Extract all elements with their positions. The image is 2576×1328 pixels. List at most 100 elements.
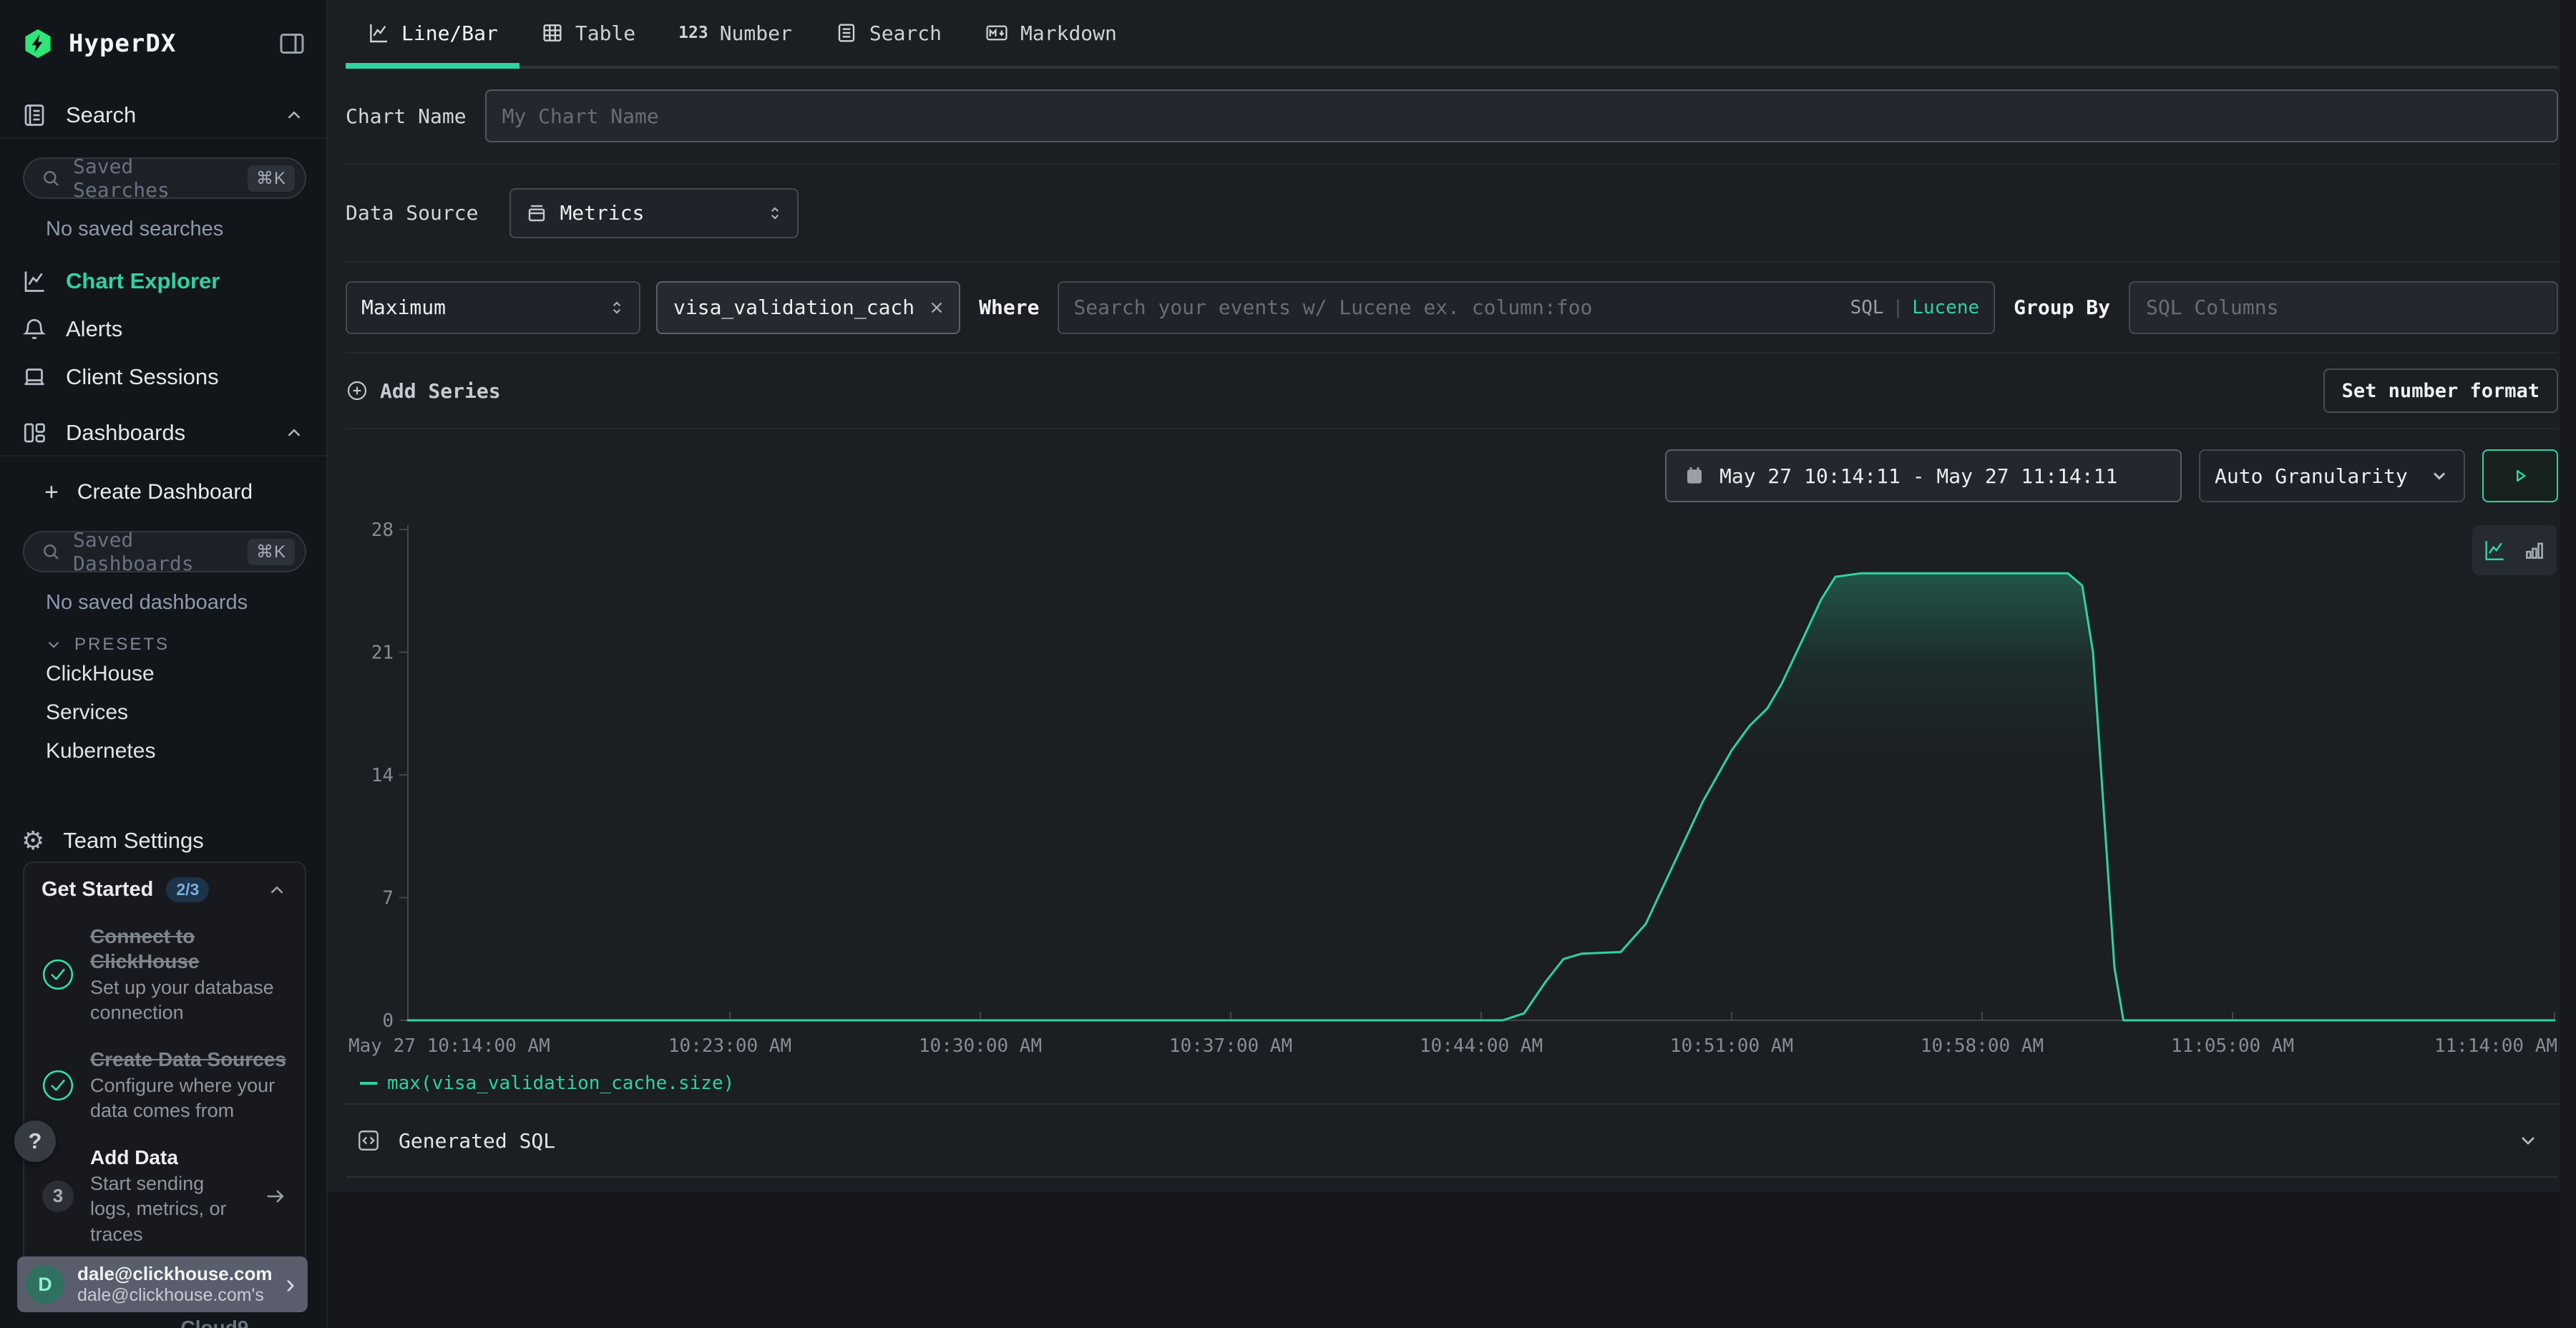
chart-svg[interactable]: 07142128May 27 10:14:00 AM10:23:00 AM10:…: [328, 522, 2576, 1066]
where-search-input[interactable]: [1059, 283, 1850, 333]
saved-searches-shortcut: ⌘K: [248, 165, 295, 192]
plus-icon: +: [44, 479, 59, 507]
sidebar-item-alerts[interactable]: Alerts: [0, 305, 326, 353]
app: HyperDX Search Saved Searches ⌘K No save…: [0, 0, 2576, 1328]
group-by-input[interactable]: [2129, 281, 2558, 334]
table-icon: [541, 21, 564, 44]
line-chart-icon[interactable]: [2482, 538, 2507, 562]
get-started-item-desc: Configure where your data comes from: [90, 1073, 288, 1123]
granularity-select[interactable]: Auto Granularity: [2199, 449, 2465, 502]
preset-clickhouse[interactable]: ClickHouse: [0, 655, 326, 693]
journal-icon: [21, 102, 47, 128]
get-started-item-add-data[interactable]: 3 Add Data Start sending logs, metrics, …: [42, 1145, 288, 1246]
get-started-item-datasources[interactable]: Create Data Sources Configure where your…: [42, 1047, 288, 1123]
tab-table[interactable]: Table: [519, 0, 657, 66]
plus-circle-icon: [346, 379, 369, 402]
sidebar-item-client-sessions[interactable]: Client Sessions: [0, 353, 326, 401]
aggregation-value: Maximum: [361, 296, 446, 319]
data-source-select[interactable]: Metrics: [509, 188, 799, 238]
svg-text:May 27 10:14:00 AM: May 27 10:14:00 AM: [348, 1035, 550, 1057]
presets-label: PRESETS: [74, 635, 170, 655]
tab-label: Line/Bar: [401, 21, 498, 45]
tab-line-bar[interactable]: Line/Bar: [346, 0, 519, 66]
tab-markdown[interactable]: Markdown: [963, 0, 1138, 66]
select-updown-icon: [766, 204, 784, 223]
svg-text:10:30:00 AM: 10:30:00 AM: [919, 1035, 1042, 1057]
sidebar-header: HyperDX: [0, 0, 326, 60]
metric-field-tag[interactable]: visa_validation_cach: [656, 281, 960, 334]
sidebar-section-dashboards[interactable]: Dashboards: [0, 411, 326, 456]
no-saved-searches-note: No saved searches: [46, 218, 326, 241]
aggregation-select[interactable]: Maximum: [346, 281, 640, 334]
preset-kubernetes[interactable]: Kubernetes: [0, 732, 326, 771]
step-number-badge: 3: [42, 1181, 74, 1212]
create-dashboard-button[interactable]: + Create Dashboard: [0, 472, 326, 512]
svg-text:10:37:00 AM: 10:37:00 AM: [1169, 1035, 1292, 1057]
chevron-right-icon: ›: [286, 1271, 295, 1298]
sidebar-section-dashboards-label: Dashboards: [66, 420, 185, 446]
select-updown-icon: [608, 298, 626, 317]
markdown-icon: [985, 21, 1009, 45]
help-button[interactable]: ?: [14, 1120, 56, 1162]
tab-number[interactable]: 123 Number: [657, 0, 814, 66]
get-started-item-connect[interactable]: Connect to ClickHouse Set up your databa…: [42, 924, 288, 1025]
brand-name: HyperDX: [69, 29, 176, 58]
where-label: Where: [979, 296, 1039, 319]
database-icon: [525, 202, 548, 225]
profile-button[interactable]: D dale@clickhouse.com dale@clickhouse.co…: [17, 1256, 308, 1312]
line-chart-icon: [21, 268, 47, 294]
panel-tail: [328, 1178, 2576, 1192]
data-source-value: Metrics: [560, 201, 644, 225]
set-number-format-button[interactable]: Set number format: [2323, 368, 2558, 413]
sidebar-item-chart-explorer[interactable]: Chart Explorer: [0, 257, 326, 305]
sql-language-option[interactable]: SQL: [1850, 297, 1884, 318]
sidebar-item-team-settings[interactable]: ⚙ Team Settings: [0, 818, 326, 864]
get-started-card: Get Started 2/3 Connect to ClickHouse Se…: [23, 861, 306, 1267]
svg-text:28: 28: [371, 522, 394, 541]
chart-name-input[interactable]: [485, 89, 2558, 142]
date-range-picker[interactable]: May 27 10:14:11 - May 27 11:14:11: [1665, 449, 2182, 502]
sidebar-collapse-icon[interactable]: [278, 29, 306, 58]
brand: HyperDX: [21, 27, 176, 60]
get-started-item-desc: Set up your database connection: [90, 975, 288, 1025]
team-settings-label: Team Settings: [63, 828, 203, 854]
presets-toggle[interactable]: PRESETS: [44, 635, 326, 655]
run-query-button[interactable]: [2482, 449, 2558, 502]
chart-name-label: Chart Name: [346, 104, 467, 128]
profile-team: dale@clickhouse.com's: [77, 1285, 272, 1307]
get-started-item-title: Connect to ClickHouse: [90, 924, 288, 974]
preset-services[interactable]: Services: [0, 693, 326, 732]
data-source-row: Data Source Metrics: [346, 165, 2558, 263]
get-started-progress-badge: 2/3: [166, 877, 209, 902]
create-dashboard-label: Create Dashboard: [77, 480, 253, 504]
svg-text:0: 0: [382, 1010, 394, 1032]
chart-area: 07142128May 27 10:14:00 AM10:23:00 AM10:…: [328, 522, 2576, 1066]
svg-text:10:23:00 AM: 10:23:00 AM: [668, 1035, 791, 1057]
tab-search[interactable]: Search: [814, 0, 963, 66]
chevron-up-icon: [283, 422, 305, 444]
legend-series-label: max(visa_validation_cache.size): [387, 1073, 734, 1094]
generated-sql-row[interactable]: Generated SQL: [346, 1103, 2558, 1178]
get-started-item-title: Add Data: [90, 1145, 248, 1170]
granularity-value: Auto Granularity: [2215, 464, 2408, 488]
calendar-icon: [1684, 465, 1705, 487]
close-icon[interactable]: [927, 298, 946, 317]
chevron-down-icon: [2517, 1129, 2540, 1152]
scrollbar-gutter[interactable]: [2560, 0, 2576, 1328]
bar-chart-icon[interactable]: [2522, 538, 2547, 562]
no-saved-dashboards-note: No saved dashboards: [46, 591, 326, 615]
date-range-value: May 27 10:14:11 - May 27 11:14:11: [1719, 464, 2117, 488]
saved-searches-input[interactable]: Saved Searches ⌘K: [23, 157, 306, 199]
svg-text:10:44:00 AM: 10:44:00 AM: [1420, 1035, 1543, 1057]
saved-searches-placeholder: Saved Searches: [73, 155, 236, 202]
sidebar-section-search[interactable]: Search: [0, 93, 326, 139]
add-series-button[interactable]: Add Series: [346, 379, 501, 403]
sidebar-section-search-label: Search: [66, 102, 136, 128]
saved-dashboards-input[interactable]: Saved Dashboards ⌘K: [23, 531, 306, 572]
lucene-language-option[interactable]: Lucene: [1912, 297, 1979, 318]
generated-sql-label: Generated SQL: [399, 1129, 555, 1153]
chevron-up-icon[interactable]: [266, 879, 288, 901]
query-language-toggle: SQL | Lucene: [1850, 297, 1980, 318]
set-number-format-label: Set number format: [2342, 380, 2540, 402]
get-started-title: Get Started: [42, 878, 153, 902]
